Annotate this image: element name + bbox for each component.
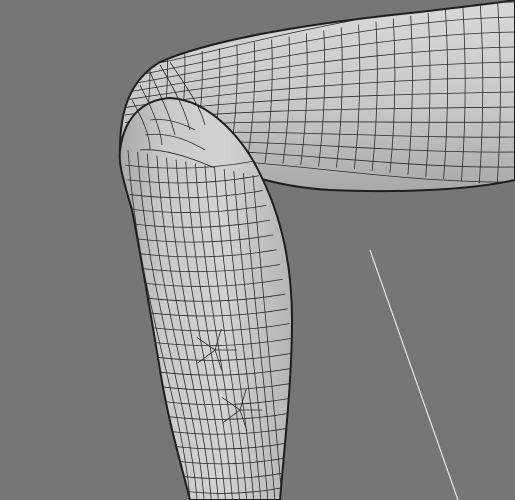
guide-line — [369, 249, 459, 500]
3d-viewport[interactable] — [0, 0, 515, 500]
viewport-canvas[interactable] — [0, 0, 515, 500]
